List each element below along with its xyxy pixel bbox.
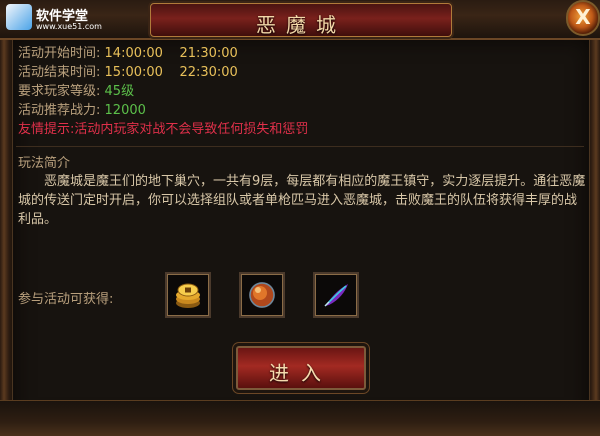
- gameplay-description-block: 恶魔城是魔王们的地下巢穴，一共有9层，每层都有相应的魔王镇守，实力逐层提升。通往…: [18, 172, 588, 229]
- reward-slot-orb[interactable]: [239, 272, 285, 318]
- logo-mark-icon: [6, 4, 32, 30]
- end-time-value: 15:00:00 22:30:00: [104, 65, 238, 80]
- gameplay-description: 恶魔城是魔王们的地下巢穴，一共有9层，每层都有相应的魔王镇守，实力逐层提升。通往…: [18, 174, 586, 227]
- level-row: 要求玩家等级: 45级: [18, 84, 134, 100]
- reward-slot-gold[interactable]: [165, 272, 211, 318]
- start-time-label: 活动开始时间:: [18, 46, 101, 61]
- end-time-row: 活动结束时间: 15:00:00 22:30:00: [18, 65, 238, 81]
- end-time-label: 活动结束时间:: [18, 65, 101, 80]
- fire-orb-icon: [249, 282, 275, 308]
- rewards-label: 参与活动可获得:: [18, 292, 114, 307]
- reward-slot-feather[interactable]: [313, 272, 359, 318]
- close-button[interactable]: X: [566, 0, 600, 36]
- enter-button[interactable]: 进入: [236, 346, 366, 390]
- divider: [16, 146, 584, 147]
- level-value: 45级: [104, 84, 135, 99]
- bottom-ornament: [0, 400, 600, 436]
- title-plaque: 恶魔城: [150, 3, 452, 37]
- feather-icon: [324, 284, 348, 307]
- gameplay-title: 玩法简介: [18, 156, 71, 171]
- level-label: 要求玩家等级:: [18, 84, 101, 99]
- watermark-url: www.xue51.com: [36, 22, 102, 31]
- friendly-tip: 友情提示:活动内玩家对战不会导致任何损失和惩罚: [18, 122, 309, 137]
- power-row: 活动推荐战力: 12000: [18, 103, 146, 119]
- title-bar: 软件学堂 www.xue51.com 恶魔城 X: [0, 0, 600, 40]
- window-title: 恶魔城: [256, 13, 346, 37]
- gold-coins-icon: [176, 283, 200, 308]
- close-icon: X: [575, 5, 591, 29]
- power-label: 活动推荐战力:: [18, 103, 101, 118]
- start-time-value: 14:00:00 21:30:00: [104, 46, 238, 61]
- power-value: 12000: [104, 103, 146, 118]
- enter-button-label: 进入: [269, 361, 333, 385]
- watermark-logo: 软件学堂 www.xue51.com: [6, 4, 146, 34]
- start-time-row: 活动开始时间: 14:00:00 21:30:00: [18, 46, 238, 62]
